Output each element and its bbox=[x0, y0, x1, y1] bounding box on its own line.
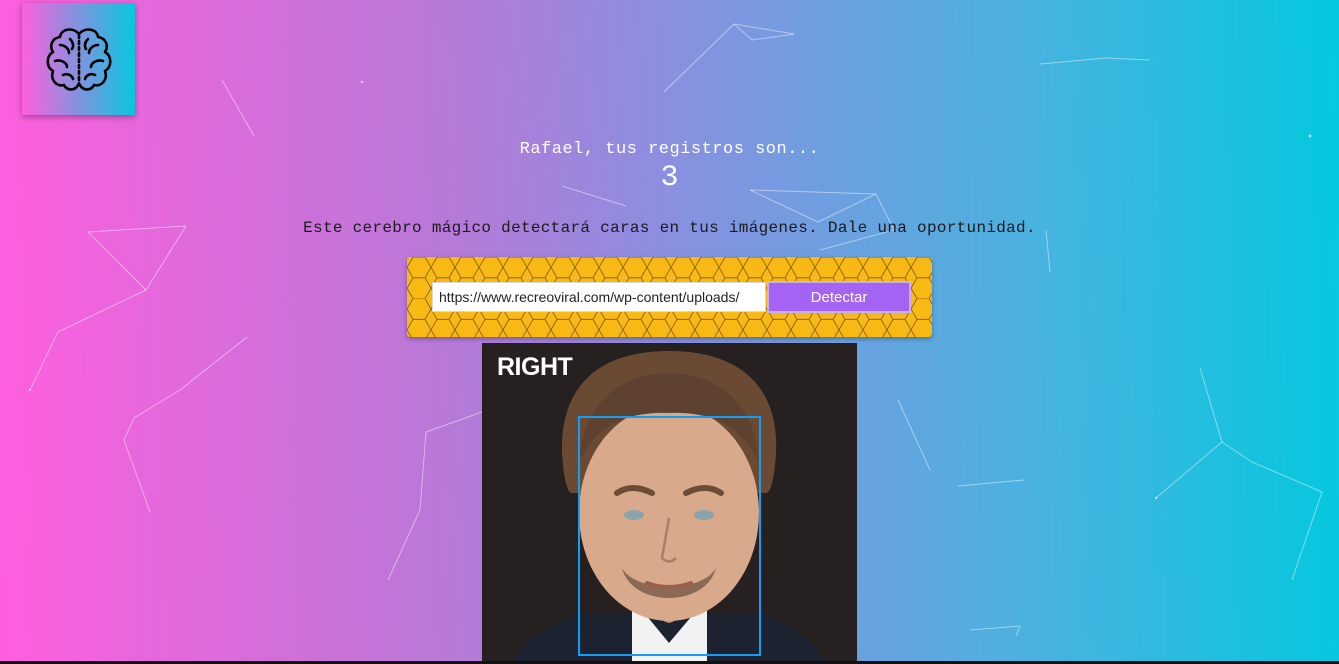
brain-icon bbox=[45, 28, 112, 91]
description-text: Este cerebro mágico detectará caras en t… bbox=[303, 219, 1036, 237]
logo-card bbox=[22, 3, 135, 115]
input-image: RIGHT bbox=[482, 343, 857, 664]
image-url-input[interactable] bbox=[432, 282, 766, 312]
face-bounding-box bbox=[578, 416, 761, 656]
entry-count: 3 bbox=[660, 161, 679, 195]
detect-button[interactable]: Detectar bbox=[767, 281, 911, 313]
image-caption: RIGHT bbox=[497, 353, 573, 381]
image-url-form: Detectar bbox=[407, 257, 932, 337]
greeting-text: Rafael, tus registros son... bbox=[519, 140, 820, 159]
